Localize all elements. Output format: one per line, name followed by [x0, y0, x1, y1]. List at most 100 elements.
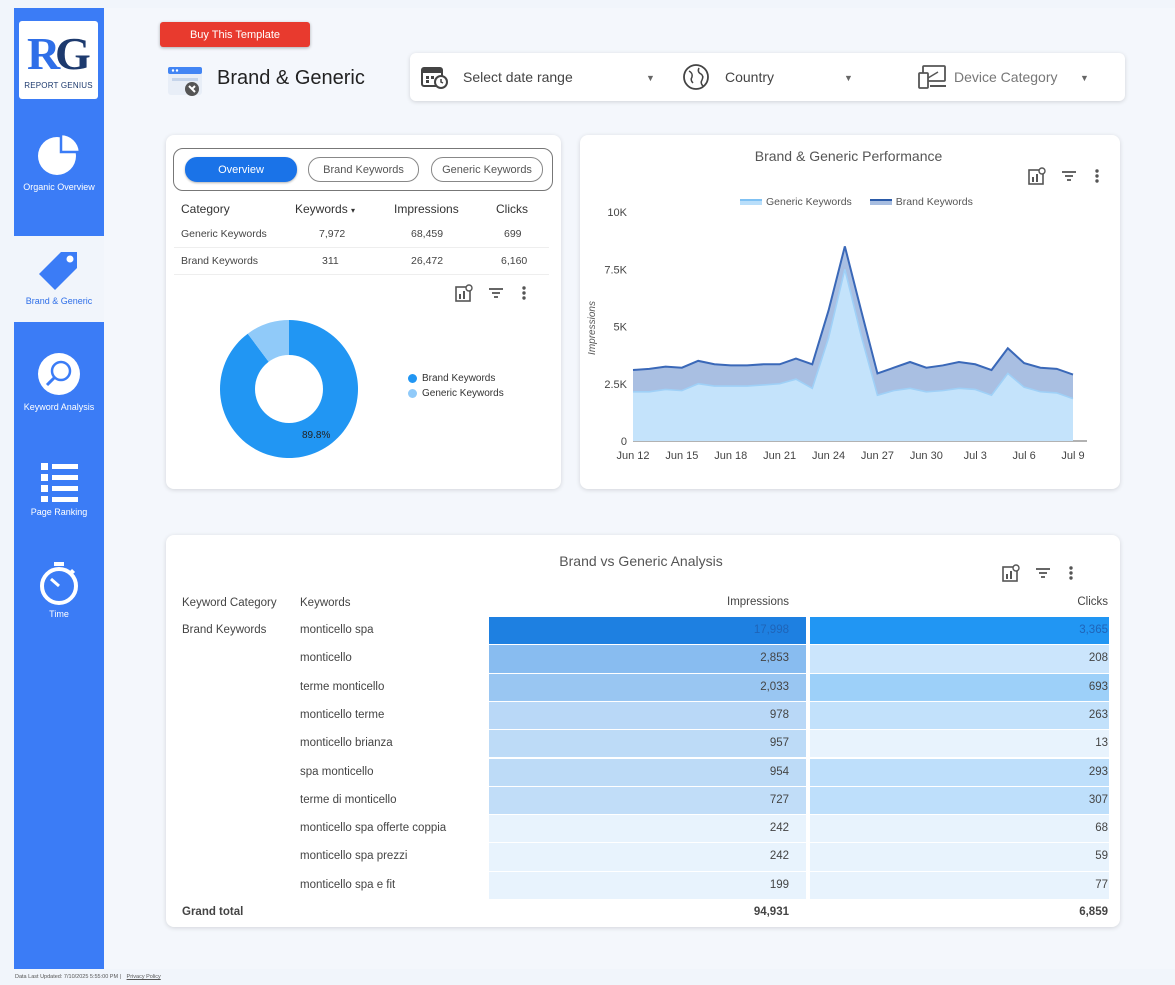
- summary-cell: 311: [322, 255, 339, 267]
- col-header-keyword-category[interactable]: Keyword Category: [182, 597, 277, 609]
- keyword-cell: spa monticello: [300, 765, 374, 778]
- globe-icon: [683, 64, 709, 90]
- page-title: Brand & Generic: [217, 67, 365, 89]
- col-header-clicks[interactable]: Clicks: [496, 202, 528, 216]
- clicks-cell: 293: [1088, 765, 1108, 778]
- x-tick-label: Jul 9: [1061, 450, 1084, 462]
- tab-group: Overview Brand Keywords Generic Keywords: [173, 148, 553, 191]
- stopwatch-icon: [40, 562, 78, 605]
- chart-settings-icon[interactable]: [1028, 167, 1046, 185]
- x-tick-label: Jul 3: [964, 450, 987, 462]
- nav-keyword-analysis[interactable]: Keyword Analysis: [14, 352, 104, 432]
- col-header-keywords[interactable]: Keywords: [300, 597, 351, 609]
- sidebar: R G REPORT GENIUS Organic Overview Brand…: [14, 8, 104, 969]
- impressions-cell: 242: [769, 822, 789, 835]
- devices-icon: [918, 65, 946, 89]
- filter-icon[interactable]: [1034, 564, 1052, 582]
- clicks-cell: 693: [1088, 680, 1108, 693]
- keyword-cell: monticello spa: [300, 624, 374, 636]
- filter-icon[interactable]: [1060, 167, 1078, 185]
- col-header-impressions[interactable]: Impressions: [689, 596, 789, 608]
- y-tick-label: 0: [621, 436, 627, 448]
- col-header-keywords[interactable]: Keywords ▾: [295, 202, 355, 216]
- more-vert-icon[interactable]: [1092, 167, 1102, 185]
- x-tick-label: Jun 15: [665, 450, 698, 462]
- filter-bar: Select date range ▼ Country ▼ Device Cat…: [410, 53, 1125, 101]
- keyword-cell: monticello: [300, 652, 352, 665]
- x-tick-label: Jun 30: [910, 450, 943, 462]
- device-category-filter[interactable]: Device Category ▼: [918, 53, 1108, 101]
- x-tick-label: Jun 27: [861, 450, 894, 462]
- footer: Data Last Updated: 7/10/2025 5:55:00 PM …: [15, 974, 161, 980]
- impressions-cell: 954: [769, 765, 789, 778]
- impressions-cell: 2,033: [760, 680, 789, 693]
- nav-time[interactable]: Time: [14, 561, 104, 631]
- filter-icon[interactable]: [487, 284, 505, 302]
- logo: R G REPORT GENIUS: [19, 21, 98, 99]
- impressions-cell: 978: [769, 708, 789, 721]
- x-tick-label: Jun 21: [763, 450, 796, 462]
- search-console-icon: [168, 67, 202, 96]
- col-header-impressions[interactable]: Impressions: [394, 202, 459, 216]
- impressions-cell: 2,853: [760, 652, 789, 665]
- summary-cell: 7,972: [319, 228, 346, 240]
- nav-label: Page Ranking: [30, 507, 88, 517]
- date-range-filter[interactable]: Select date range ▼: [420, 53, 655, 101]
- impressions-cell: 17,998: [753, 624, 789, 636]
- y-tick-label: 2.5K: [604, 379, 627, 391]
- grand-total-clicks: 6,859: [1079, 906, 1108, 918]
- row-divider: [174, 247, 549, 248]
- summary-cell: 699: [504, 228, 522, 240]
- impressions-cell: 957: [769, 737, 789, 750]
- keyword-cell: monticello spa prezzi: [300, 850, 408, 863]
- last-updated-text: Data Last Updated: 7/10/2025 5:55:00 PM: [15, 974, 119, 980]
- tab-overview[interactable]: Overview: [185, 157, 297, 182]
- y-axis-label: Impressions: [587, 301, 598, 355]
- date-range-label: Select date range: [463, 69, 573, 85]
- summary-cell: 6,160: [501, 255, 528, 267]
- logo-text: REPORT GENIUS: [24, 81, 93, 90]
- more-vert-icon[interactable]: [1066, 564, 1076, 582]
- row-divider: [174, 274, 549, 275]
- more-vert-icon[interactable]: [519, 284, 529, 302]
- impressions-cell: 727: [769, 793, 789, 806]
- legend-swatch: [408, 389, 417, 398]
- keyword-cell: terme monticello: [300, 680, 385, 693]
- device-category-label: Device Category: [954, 69, 1058, 85]
- chart-settings-icon[interactable]: [455, 284, 473, 302]
- chevron-down-icon: ▼: [1080, 73, 1089, 83]
- buy-template-button[interactable]: Buy This Template: [160, 22, 310, 47]
- nav-organic-overview[interactable]: Organic Overview: [14, 126, 104, 236]
- magnify-icon: [38, 353, 80, 395]
- col-header-category[interactable]: Category: [181, 202, 230, 216]
- clicks-cell: 3,365: [1079, 624, 1108, 636]
- legend-item: Generic Keywords: [408, 388, 504, 399]
- grand-total-label: Grand total: [182, 906, 244, 918]
- clicks-cell: 59: [1095, 850, 1108, 863]
- donut-legend: Brand Keywords Generic Keywords: [408, 373, 504, 403]
- country-label: Country: [725, 69, 775, 85]
- legend-item: Brand Keywords: [408, 373, 504, 384]
- clicks-cell: 13: [1095, 737, 1108, 750]
- area-chart: 0 2.5K 5K 7.5K 10K Jun 12 Jun 15 Jun 18 Jun 21 J…: [587, 207, 1087, 462]
- chevron-down-icon: ▼: [646, 73, 655, 83]
- x-tick-label: Jun 24: [812, 450, 845, 462]
- y-tick-label: 10K: [607, 207, 627, 219]
- nav-page-ranking[interactable]: Page Ranking: [14, 461, 104, 531]
- rg-logo-icon: R G: [27, 28, 91, 77]
- tag-icon: [39, 252, 77, 290]
- donut-chart: 89.8%: [220, 320, 358, 458]
- nav-brand-generic[interactable]: Brand & Generic: [14, 236, 104, 322]
- chart-settings-icon[interactable]: [1002, 564, 1020, 582]
- privacy-policy-link[interactable]: Privacy Policy: [127, 974, 161, 980]
- clicks-cell: 68: [1095, 822, 1108, 835]
- tab-generic-keywords[interactable]: Generic Keywords: [431, 157, 543, 182]
- col-header-clicks[interactable]: Clicks: [1008, 596, 1108, 608]
- country-filter[interactable]: Country ▼: [682, 53, 857, 101]
- clicks-cell: 77: [1095, 878, 1108, 891]
- clicks-cell: 263: [1088, 708, 1108, 721]
- sort-desc-icon: ▾: [351, 206, 356, 215]
- tab-brand-keywords[interactable]: Brand Keywords: [308, 157, 419, 182]
- pie-chart-icon: [38, 132, 82, 175]
- nav-label: Organic Overview: [23, 182, 95, 192]
